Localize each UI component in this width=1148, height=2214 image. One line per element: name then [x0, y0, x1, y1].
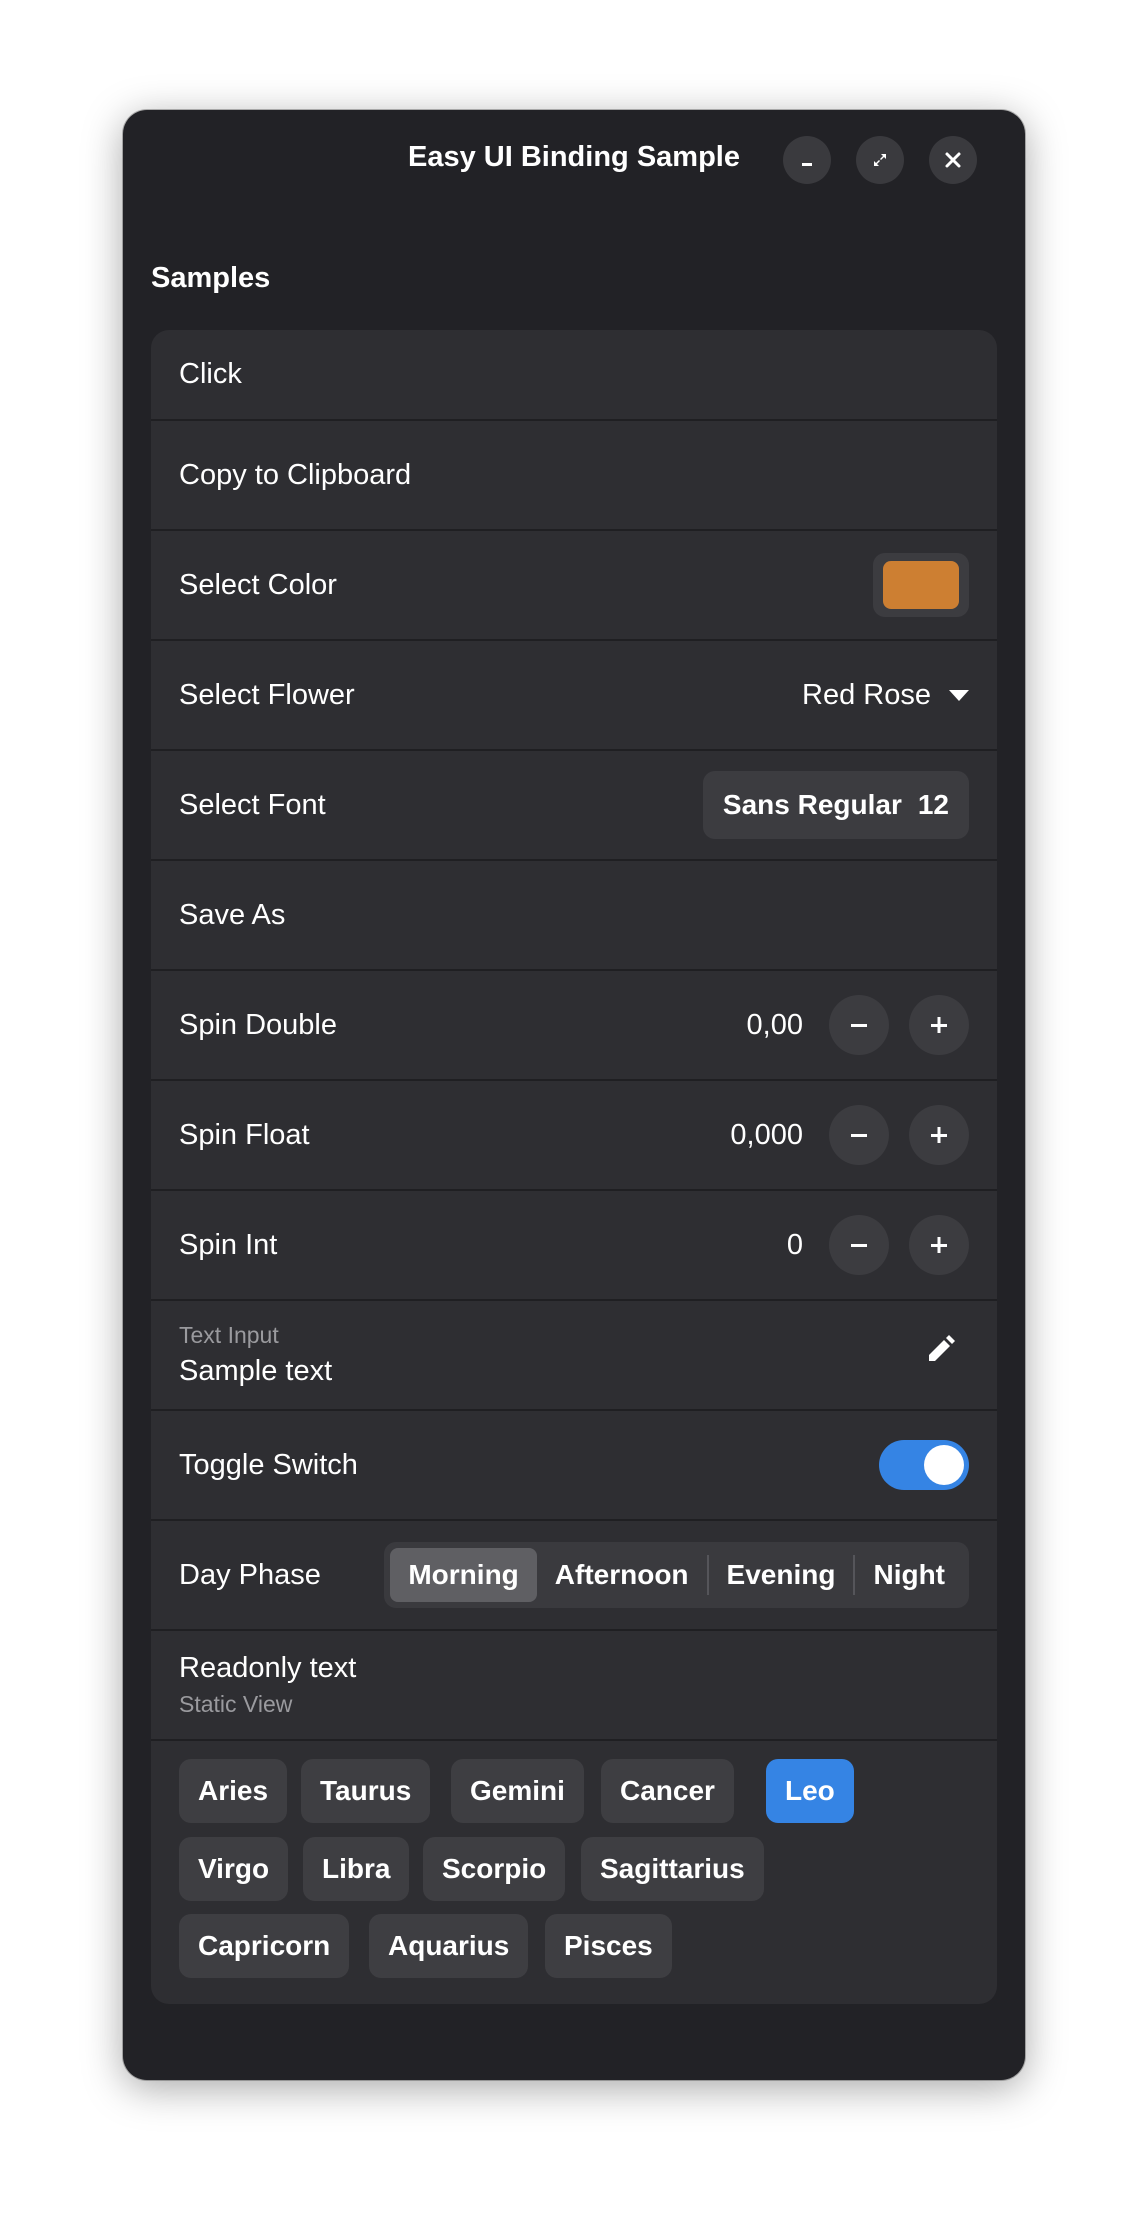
select-font-row[interactable]: Select Font Sans Regular 12 — [151, 751, 997, 861]
text-input-row[interactable]: Text Input Sample text — [151, 1301, 997, 1411]
chevron-down-icon — [949, 689, 969, 701]
plus-icon — [931, 1127, 947, 1143]
select-color-row[interactable]: Select Color — [151, 531, 997, 641]
zodiac-tag-leo[interactable]: Leo — [766, 1759, 854, 1823]
toggle-switch-row[interactable]: Toggle Switch — [151, 1411, 997, 1521]
flower-dropdown[interactable]: Red Rose — [802, 679, 969, 712]
maximize-icon — [874, 154, 886, 166]
spin-float-increment-button[interactable] — [909, 1105, 969, 1165]
close-button[interactable] — [929, 136, 977, 184]
title-bar[interactable]: Easy UI Binding Sample — [123, 110, 1025, 204]
select-flower-label: Select Flower — [179, 678, 355, 711]
spin-double-decrement-button[interactable] — [829, 995, 889, 1055]
plus-icon — [931, 1017, 947, 1033]
spin-double-value[interactable]: 0,00 — [747, 1009, 803, 1042]
section-title: Samples — [151, 262, 271, 294]
copy-clipboard-row[interactable]: Copy to Clipboard — [151, 421, 997, 531]
toggle-switch-label: Toggle Switch — [179, 1448, 358, 1481]
zodiac-tag-taurus[interactable]: Taurus — [301, 1759, 431, 1823]
toggle-knob — [924, 1445, 964, 1485]
zodiac-tag-pisces[interactable]: Pisces — [545, 1914, 672, 1978]
samples-list: Click Copy to Clipboard Select Color Sel… — [151, 330, 997, 2004]
spin-int-label: Spin Int — [179, 1228, 278, 1261]
day-phase-selector: Morning Afternoon Evening Night — [384, 1542, 969, 1608]
zodiac-tag-scorpio[interactable]: Scorpio — [423, 1837, 566, 1901]
zodiac-tags: Aries Taurus Gemini Cancer Leo Virgo Lib… — [151, 1741, 997, 2004]
minus-icon — [851, 1134, 867, 1137]
click-label: Click — [179, 358, 242, 390]
font-picker-button[interactable]: Sans Regular 12 — [702, 771, 969, 839]
day-phase-label: Day Phase — [179, 1558, 321, 1591]
spin-double-label: Spin Double — [179, 1008, 337, 1041]
readonly-subtitle: Static View — [179, 1691, 293, 1717]
day-phase-evening[interactable]: Evening — [709, 1548, 854, 1602]
spin-float-row: Spin Float 0,000 — [151, 1081, 997, 1191]
color-swatch — [883, 561, 959, 609]
app-window: Easy UI Binding Sample Samples Click Cop… — [123, 110, 1025, 2080]
flower-dropdown-value: Red Rose — [802, 678, 931, 711]
close-icon — [945, 152, 961, 168]
save-as-row[interactable]: Save As — [151, 861, 997, 971]
spin-float-label: Spin Float — [179, 1118, 310, 1151]
color-picker-button[interactable] — [873, 553, 969, 617]
select-color-label: Select Color — [179, 568, 337, 601]
zodiac-tag-libra[interactable]: Libra — [303, 1837, 410, 1901]
spin-int-row: Spin Int 0 — [151, 1191, 997, 1301]
zodiac-tag-gemini[interactable]: Gemini — [451, 1759, 584, 1823]
text-input-label: Text Input — [179, 1322, 279, 1348]
font-size: 12 — [917, 789, 949, 820]
readonly-title: Readonly text — [179, 1652, 357, 1684]
day-phase-morning[interactable]: Morning — [390, 1548, 537, 1602]
click-row[interactable]: Click — [151, 330, 997, 421]
minus-icon — [851, 1244, 867, 1247]
spin-float-decrement-button[interactable] — [829, 1105, 889, 1165]
toggle-switch[interactable] — [879, 1440, 969, 1490]
zodiac-tag-virgo[interactable]: Virgo — [179, 1837, 289, 1901]
zodiac-tag-aries[interactable]: Aries — [179, 1759, 288, 1823]
select-flower-row[interactable]: Select Flower Red Rose — [151, 641, 997, 751]
spin-int-increment-button[interactable] — [909, 1215, 969, 1275]
minimize-button[interactable] — [783, 136, 831, 184]
copy-clipboard-label: Copy to Clipboard — [179, 458, 412, 491]
zodiac-tag-cancer[interactable]: Cancer — [601, 1759, 734, 1823]
spin-int-value[interactable]: 0 — [787, 1229, 803, 1262]
zodiac-tag-aquarius[interactable]: Aquarius — [369, 1914, 529, 1978]
font-name: Sans Regular — [722, 789, 902, 820]
minimize-icon — [802, 163, 812, 166]
maximize-button[interactable] — [856, 136, 904, 184]
plus-icon — [931, 1237, 947, 1253]
spin-int-decrement-button[interactable] — [829, 1215, 889, 1275]
spin-double-increment-button[interactable] — [909, 995, 969, 1055]
spin-double-row: Spin Double 0,00 — [151, 971, 997, 1081]
save-as-label: Save As — [179, 898, 286, 931]
day-phase-row: Day Phase Morning Afternoon Evening Nigh… — [151, 1521, 997, 1631]
spin-float-value[interactable]: 0,000 — [730, 1119, 803, 1152]
day-phase-night[interactable]: Night — [855, 1548, 963, 1602]
select-font-label: Select Font — [179, 788, 326, 821]
text-input-value[interactable]: Sample text — [179, 1355, 332, 1388]
edit-button[interactable] — [923, 1333, 957, 1372]
pencil-icon — [929, 1335, 955, 1361]
day-phase-afternoon[interactable]: Afternoon — [537, 1548, 707, 1602]
minus-icon — [851, 1024, 867, 1027]
readonly-row: Readonly text Static View — [151, 1631, 997, 1741]
zodiac-tag-sagittarius[interactable]: Sagittarius — [581, 1837, 764, 1901]
zodiac-tag-capricorn[interactable]: Capricorn — [179, 1914, 350, 1978]
